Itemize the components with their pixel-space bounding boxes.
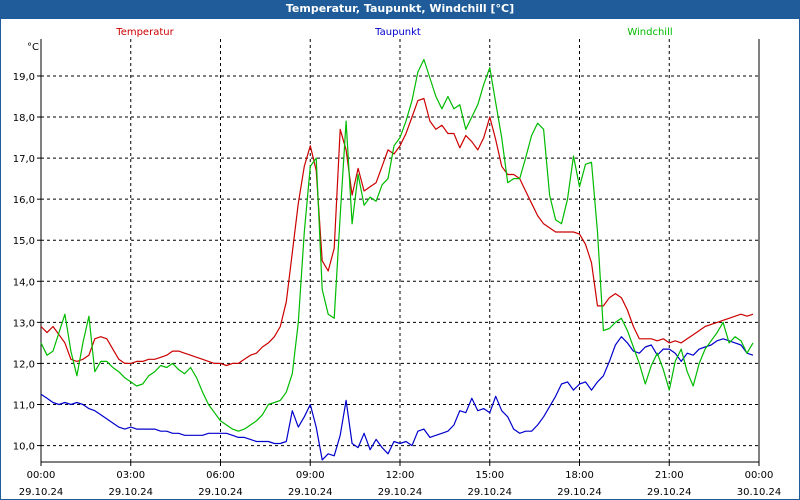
x-tick-date-label: 29.10.24 bbox=[19, 487, 64, 498]
x-tick-date-label: 29.10.24 bbox=[198, 487, 243, 498]
y-tick-label: 12,0 bbox=[13, 359, 35, 370]
series-line-taupunkt bbox=[40, 336, 754, 461]
series-line-windchill bbox=[40, 58, 754, 432]
legend-label-windchill: Windchill bbox=[627, 27, 672, 38]
y-tick-label: 11,0 bbox=[13, 401, 35, 412]
legend: Temperatur Taupunkt Windchill bbox=[115, 27, 672, 38]
legend-label-taupunkt: Taupunkt bbox=[374, 27, 421, 38]
y-tick-label: 17,0 bbox=[13, 154, 35, 165]
y-axis-unit-label: °C bbox=[27, 42, 39, 53]
y-tick-label: 14,0 bbox=[13, 277, 35, 288]
y-tick-label: 13,0 bbox=[13, 318, 35, 329]
tick-labels: 10,0 11,0 12,0 13,0 14,0 15,0 16,0 17,0 18,0 19,0… bbox=[13, 42, 782, 498]
x-tick-date-label: 30.10.24 bbox=[737, 487, 782, 498]
x-tick-time-label: 00:00 bbox=[27, 470, 56, 481]
x-tick-date-label: 29.10.24 bbox=[557, 487, 602, 498]
axes bbox=[37, 39, 760, 466]
window-title: Temperatur, Taupunkt, Windchill [°C] bbox=[0, 0, 800, 18]
y-tick-label: 18,0 bbox=[13, 113, 35, 124]
legend-label-temperatur: Temperatur bbox=[115, 27, 174, 38]
series-line-temperatur bbox=[40, 97, 754, 367]
y-tick-label: 16,0 bbox=[13, 195, 35, 206]
x-tick-time-label: 18:00 bbox=[565, 470, 594, 481]
grid-lines bbox=[41, 39, 759, 462]
x-tick-date-label: 29.10.24 bbox=[378, 487, 423, 498]
x-tick-time-label: 06:00 bbox=[206, 470, 235, 481]
x-tick-time-label: 09:00 bbox=[296, 470, 325, 481]
x-tick-time-label: 15:00 bbox=[475, 470, 504, 481]
x-tick-time-label: 21:00 bbox=[655, 470, 684, 481]
x-tick-date-label: 29.10.24 bbox=[288, 487, 333, 498]
y-tick-label: 15,0 bbox=[13, 236, 35, 247]
series-lines bbox=[40, 58, 754, 461]
x-tick-date-label: 29.10.24 bbox=[108, 487, 153, 498]
x-tick-time-label: 03:00 bbox=[116, 470, 145, 481]
chart-svg: 10,0 11,0 12,0 13,0 14,0 15,0 16,0 17,0 18,0 19,0… bbox=[13, 27, 782, 498]
x-tick-time-label: 12:00 bbox=[386, 470, 415, 481]
y-tick-label: 19,0 bbox=[13, 72, 35, 83]
x-tick-date-label: 29.10.24 bbox=[647, 487, 692, 498]
chart-frame: 10,0 11,0 12,0 13,0 14,0 15,0 16,0 17,0 18,0 19,0… bbox=[0, 18, 800, 500]
x-tick-date-label: 29.10.24 bbox=[467, 487, 512, 498]
x-tick-time-label: 00:00 bbox=[745, 470, 774, 481]
y-tick-label: 10,0 bbox=[13, 442, 35, 453]
